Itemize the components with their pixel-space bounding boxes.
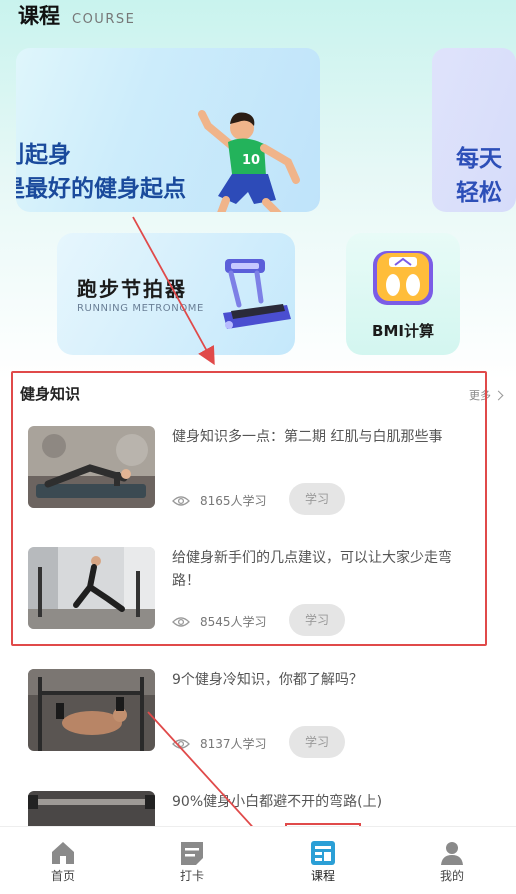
more-link[interactable]: 更多 xyxy=(469,387,504,403)
metronome-title: 跑步节拍器 xyxy=(77,277,187,301)
tab-label: 首页 xyxy=(50,869,75,883)
view-count: 8165人学习 xyxy=(200,494,267,508)
bottom-tab-bar: 首页 打卡 课程 我的 xyxy=(0,826,516,894)
scale-icon xyxy=(373,251,433,305)
banner-slide-next[interactable]: 每天 轻松 xyxy=(432,48,516,212)
article-thumbnail xyxy=(28,426,155,508)
banner-line-1: 每天 xyxy=(456,146,502,172)
article-item[interactable]: 健身知识多一点：第二期 红肌与白肌那些事 8165人学习 学习 xyxy=(28,426,488,515)
article-title: 90%健身小白都避不开的弯路(上) xyxy=(172,794,383,810)
article-title: 健身知识多一点：第二期 红肌与白肌那些事 xyxy=(172,429,443,445)
profile-icon xyxy=(441,842,463,865)
tab-course[interactable]: 课程 xyxy=(283,827,363,887)
eye-icon xyxy=(172,738,190,749)
view-count: 8545人学习 xyxy=(200,615,267,629)
banner-line-2: 是最好的健身起点 xyxy=(16,176,186,202)
home-icon xyxy=(52,842,74,864)
article-views: 8545人学习 xyxy=(172,613,267,630)
tab-label: 打卡 xyxy=(179,869,204,883)
treadmill-icon xyxy=(223,259,291,329)
article-title: 给健身新手们的几点建议，可以让大家少走弯路！ xyxy=(172,550,452,589)
banner-slide-current[interactable]: 刂起身 是最好的健身起点 10 xyxy=(16,48,320,212)
view-count: 8137人学习 xyxy=(200,737,267,751)
bmi-calculator-card[interactable]: BMI计算 xyxy=(346,233,460,355)
page-header: 课程 COURSE xyxy=(18,0,135,30)
banner-line-1: 刂起身 xyxy=(16,142,71,168)
course-icon xyxy=(311,841,335,865)
checkin-icon xyxy=(181,842,203,865)
tab-label: 课程 xyxy=(310,869,335,883)
chevron-right-icon xyxy=(493,390,504,400)
tab-profile[interactable]: 我的 xyxy=(412,827,492,887)
metronome-subtitle: RUNNING METRONOME xyxy=(77,303,204,314)
page-subtitle: COURSE xyxy=(72,12,136,27)
page-title: 课程 xyxy=(18,4,60,28)
banner-text: 每天 轻松 xyxy=(456,142,502,210)
eye-icon xyxy=(172,616,190,627)
eye-icon xyxy=(172,495,190,506)
learn-button[interactable]: 学习 xyxy=(289,726,345,758)
tab-checkin[interactable]: 打卡 xyxy=(152,827,232,887)
article-title: 9个健身冷知识，你都了解吗？ xyxy=(172,672,363,688)
article-thumbnail xyxy=(28,669,155,751)
learn-button[interactable]: 学习 xyxy=(289,483,345,515)
article-views: 8137人学习 xyxy=(172,735,267,752)
banner-line-2: 轻松 xyxy=(456,180,502,206)
section-title: 健身知识 xyxy=(20,385,81,403)
more-label: 更多 xyxy=(469,389,491,402)
learn-button[interactable]: 学习 xyxy=(289,604,345,636)
tab-label: 我的 xyxy=(439,869,464,883)
article-item[interactable]: 给健身新手们的几点建议，可以让大家少走弯路！ 8545人学习 学习 xyxy=(28,547,488,636)
banner-text: 刂起身 是最好的健身起点 xyxy=(16,138,186,206)
article-views: 8165人学习 xyxy=(172,492,267,509)
article-item[interactable]: 9个健身冷知识，你都了解吗？ 8137人学习 学习 xyxy=(28,669,488,758)
article-thumbnail xyxy=(28,547,155,629)
running-metronome-card[interactable]: 跑步节拍器 RUNNING METRONOME xyxy=(57,233,295,355)
fitness-knowledge-header: 健身知识 更多 xyxy=(20,381,504,405)
bmi-label: BMI计算 xyxy=(372,322,434,340)
runner-illustration: 10 xyxy=(198,110,300,212)
tab-home[interactable]: 首页 xyxy=(23,827,103,887)
svg-text:10: 10 xyxy=(242,153,260,168)
